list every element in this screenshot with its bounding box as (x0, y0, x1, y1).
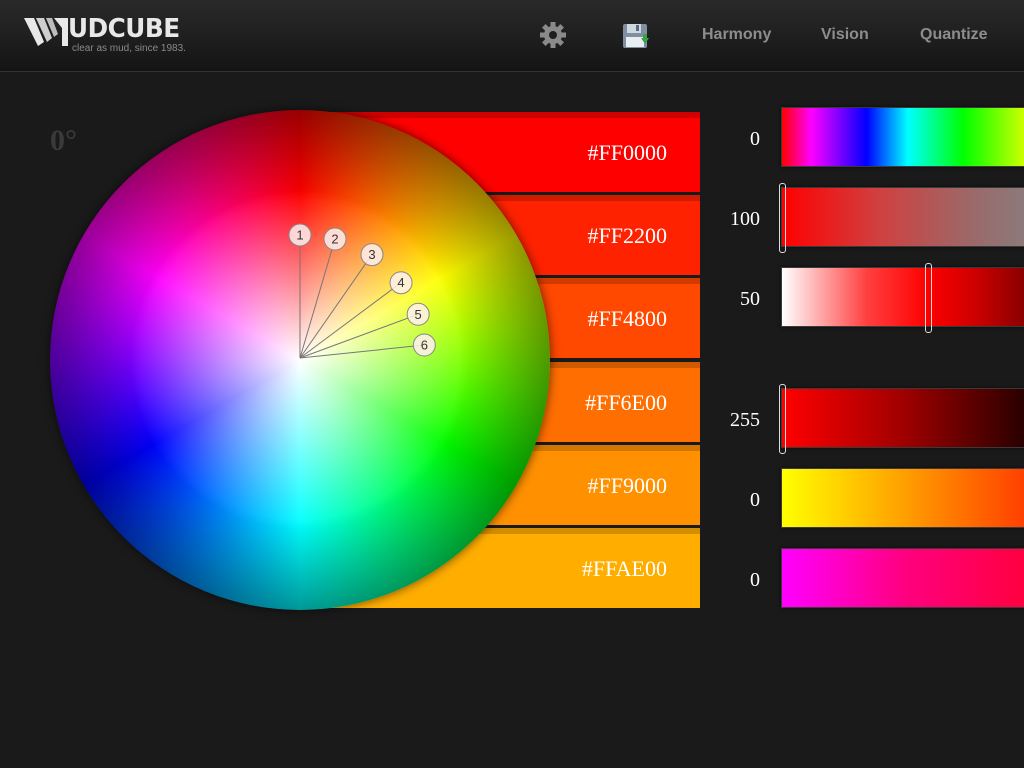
blue-value: 0 (750, 569, 760, 591)
green-value: 0 (750, 489, 760, 511)
lightness-value: 50 (740, 288, 760, 310)
logo-text: UDCUBE (68, 14, 180, 44)
marker-line (299, 282, 402, 359)
logo-mark-icon (24, 18, 68, 46)
swatch-hex: #FF9000 (587, 473, 667, 498)
swatch-hex: #FF0000 (587, 140, 667, 165)
hue-slider[interactable] (781, 107, 1024, 167)
wheel-marker-label: 2 (331, 232, 338, 247)
green-slider[interactable] (781, 468, 1024, 528)
wheel-marker-label: 3 (368, 247, 375, 262)
blue-slider[interactable] (781, 548, 1024, 608)
nav-vision[interactable]: Vision (821, 26, 869, 44)
swatch-hex: #FF6E00 (585, 390, 667, 415)
marker-line (299, 238, 336, 359)
lightness-slider-handle[interactable] (925, 263, 933, 333)
nav-harmony[interactable]: Harmony (702, 26, 771, 44)
save-icon[interactable] (621, 22, 651, 52)
red-slider-handle[interactable] (779, 384, 786, 454)
top-header: UDCUBE clear as mud, since 1983. Harmony (0, 0, 1024, 72)
saturation-value: 100 (730, 208, 760, 230)
red-slider[interactable] (779, 384, 1024, 454)
saturation-slider-handle[interactable] (779, 183, 786, 253)
logo-tagline: clear as mud, since 1983. (72, 43, 186, 54)
wheel-marker-label: 5 (415, 307, 422, 322)
red-value: 255 (730, 409, 760, 431)
marker-line (299, 254, 373, 359)
swatch-hex: #FFAE00 (581, 556, 667, 581)
color-wheel-markers: 1 2 3 4 5 6 (288, 223, 436, 359)
hue-angle-readout: 0° (50, 124, 77, 157)
gear-icon[interactable] (538, 20, 568, 50)
wheel-marker-label: 4 (397, 275, 404, 290)
swatch-hex: #FF2200 (587, 223, 667, 248)
lightness-slider[interactable] (781, 263, 1024, 333)
nav-quantize[interactable]: Quantize (920, 26, 988, 44)
saturation-slider[interactable] (779, 183, 1024, 253)
swatch-hex: #FF4800 (587, 306, 667, 331)
hue-value: 0 (750, 128, 760, 150)
wheel-marker-label: 6 (421, 338, 428, 353)
wheel-marker-label: 1 (296, 228, 303, 243)
